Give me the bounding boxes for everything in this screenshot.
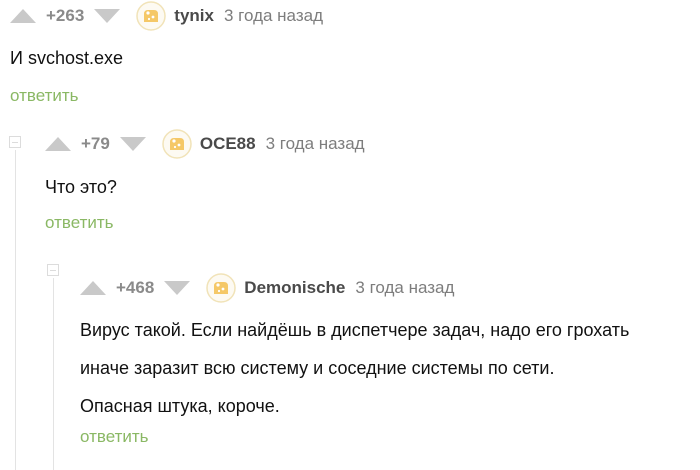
comment-header: +468 Demonische 3 года назад [80, 273, 454, 303]
upvote-icon[interactable] [10, 9, 36, 23]
comment-text: Вирус такой. Если найдёшь в диспетчере з… [80, 311, 629, 425]
comment-text-line: иначе заразит всю систему и соседние сис… [80, 358, 555, 378]
reply-link[interactable]: ответить [45, 213, 114, 233]
comment-time: 3 года назад [265, 134, 365, 153]
comment-rating: +79 [81, 134, 110, 153]
comment-text-line: Опасная штука, короче. [80, 396, 280, 416]
comment-text: И svchost.exe [10, 48, 123, 68]
downvote-icon[interactable] [164, 281, 191, 295]
comment-time: 3 года назад [355, 278, 455, 297]
comment-username[interactable]: Demonische [244, 278, 345, 298]
upvote-icon[interactable] [80, 281, 106, 295]
comment-header: +79 OCE88 3 года назад [45, 129, 365, 159]
comment-text: Что это? [45, 177, 117, 197]
comment-rating: +263 [46, 6, 85, 25]
collapse-thread-button[interactable] [9, 136, 21, 148]
avatar-icon[interactable] [206, 273, 237, 303]
reply-link[interactable]: ответить [10, 86, 79, 106]
thread-line [15, 150, 16, 470]
comment-username[interactable]: OCE88 [200, 134, 256, 154]
comment-header: +263 tynix 3 года назад [10, 1, 323, 31]
avatar-icon[interactable] [162, 129, 192, 159]
thread-line [53, 278, 54, 470]
comment-username[interactable]: tynix [174, 6, 214, 26]
downvote-icon[interactable] [119, 137, 146, 151]
downvote-icon[interactable] [94, 9, 121, 23]
collapse-thread-button[interactable] [47, 264, 59, 276]
comment-text-line: Вирус такой. Если найдёшь в диспетчере з… [80, 320, 630, 340]
comment-time: 3 года назад [223, 6, 323, 25]
upvote-icon[interactable] [45, 137, 71, 151]
comment-rating: +468 [116, 278, 155, 297]
reply-link[interactable]: ответить [80, 427, 149, 447]
avatar-icon[interactable] [136, 1, 167, 31]
